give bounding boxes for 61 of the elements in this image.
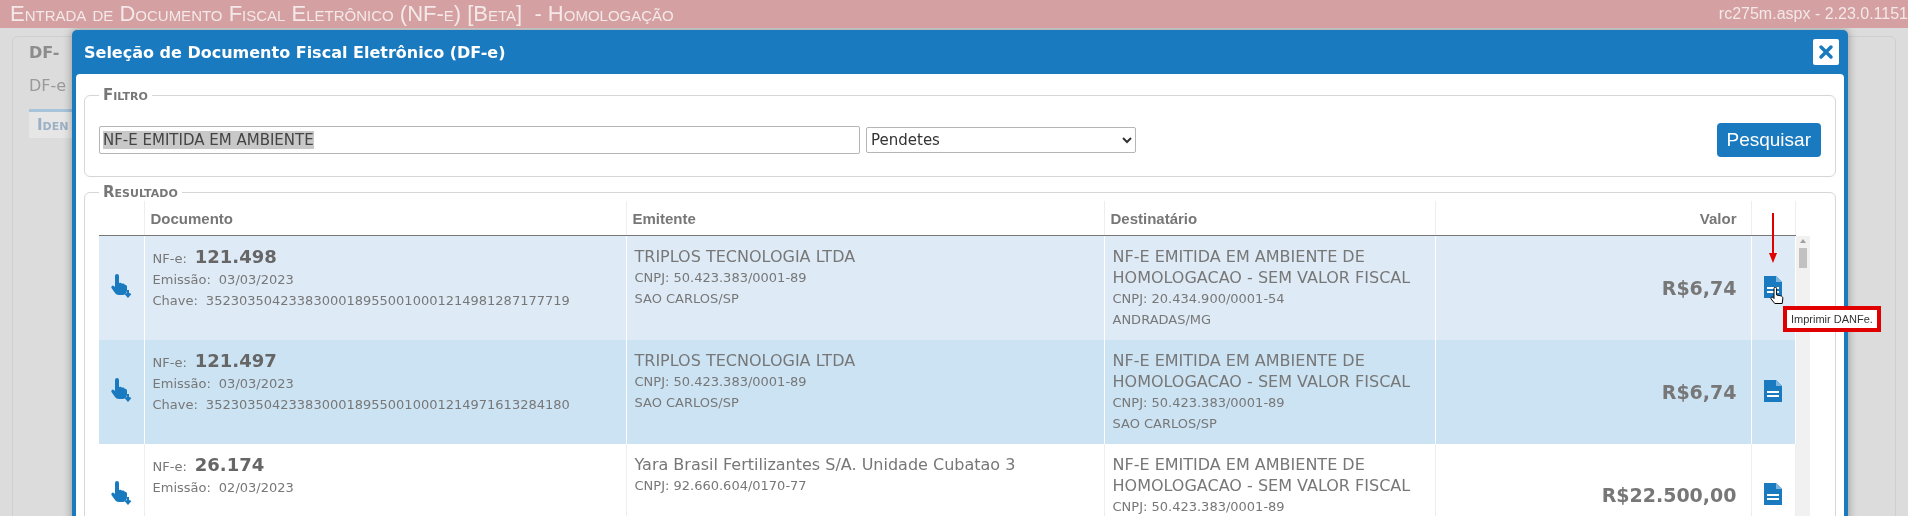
invoice-value: R$6,74 [1435,235,1751,340]
version-label: rc275m.aspx - 2.23.0.1151 [1718,5,1908,23]
field-label: NF-e: [152,458,187,476]
issuer-cnpj: CNPJ: 50.423.383/0001-89 [634,373,808,391]
result-legend: Resultado [99,183,182,201]
table-row[interactable] [99,444,1795,516]
search-button[interactable]: Pesquisar [1716,123,1821,157]
recipient-cnpj: CNPJ: 20.434.900/0001-54 [1112,290,1286,308]
field-label: NF-e: [152,250,187,268]
recipient-name: NF-E EMITIDA EM AMBIENTE DE HOMOLOGACAO - SEM VALOR FISCAL [1112,350,1412,392]
select-hand-icon[interactable] [110,274,133,298]
panel-legend: DF- [29,43,60,62]
field-label: Chave: [152,396,198,414]
column-header: Valor [1435,201,1751,236]
table-row[interactable] [99,340,1795,444]
column-header: Documento [144,201,626,236]
emission-date: 03/03/2023 [218,375,294,393]
filter-legend: Filtro [99,86,152,104]
app-title: Entrada de Documento Fiscal Eletrônico (NF-e) [Beta] - Homologação [10,1,674,27]
column-header: Destinatário [1104,201,1435,236]
issuer-city: SAO CARLOS/SP [634,394,740,412]
issuer-name: TRIPLOS TECNOLOGIA LTDA [634,350,857,371]
close-icon [1818,44,1834,60]
select-hand-icon[interactable] [110,481,133,505]
issuer-name: TRIPLOS TECNOLOGIA LTDA [634,246,857,267]
issuer-name: Yara Brasil Fertilizantes S/A. Unidade Cubatao 3 [634,454,1017,475]
tooltip: Imprimir DANFe. [1783,305,1881,332]
annotation-arrow [1769,212,1777,263]
close-button[interactable] [1813,39,1839,65]
recipient-cnpj: CNPJ: 50.423.383/0001-89 [1112,394,1286,412]
invoice-value: R$6,74 [1435,340,1751,444]
scroll-up-arrow-icon[interactable] [1799,239,1806,243]
issuer-cnpj: CNPJ: 92.660.604/0170-77 [634,477,808,495]
field-label: Emissão: [152,271,211,289]
field-label: Chave: [152,292,198,310]
select-hand-icon[interactable] [110,378,133,402]
issuer-city: SAO CARLOS/SP [634,290,740,308]
field-label: DF-e [29,76,67,95]
field-label: NF-e: [152,354,187,372]
status-dropdown[interactable]: Pendetes [866,127,1136,153]
column-header: Emitente [626,201,1104,236]
emission-date: 02/03/2023 [218,479,294,497]
access-key: 35230350423383000189550010001214971613284180 [205,394,570,415]
access-key: 35230350423383000189550010001214981287177719 [205,290,570,311]
recipient-name: NF-E EMITIDA EM AMBIENTE DE HOMOLOGACAO - SEM VALOR FISCAL [1112,246,1412,288]
pointer-cursor-icon [1770,286,1784,305]
emission-date: 03/03/2023 [218,271,294,289]
invoice-value: R$22.500,00 [1435,444,1751,516]
recipient-city: SAO CARLOS/SP [1112,415,1218,433]
issuer-cnpj: CNPJ: 50.423.383/0001-89 [634,269,808,287]
field-label: Emissão: [152,375,211,393]
recipient-name: NF-E EMITIDA EM AMBIENTE DE HOMOLOGACAO - SEM VALOR FISCAL [1112,454,1412,496]
document-number: 121.497 [194,350,277,371]
document-number: 26.174 [194,454,265,475]
document-number: 121.498 [194,246,277,267]
recipient-cnpj: CNPJ: 50.423.383/0001-89 [1112,498,1286,516]
search-field[interactable]: NF-E EMITIDA EM AMBIENTE [99,126,860,154]
dialog-title: Seleção de Documento Fiscal Eletrônico (DF-e) [84,42,506,62]
recipient-city: ANDRADAS/MG [1112,311,1213,329]
field-label: Emissão: [152,479,211,497]
scrollbar-thumb[interactable] [1798,248,1807,268]
